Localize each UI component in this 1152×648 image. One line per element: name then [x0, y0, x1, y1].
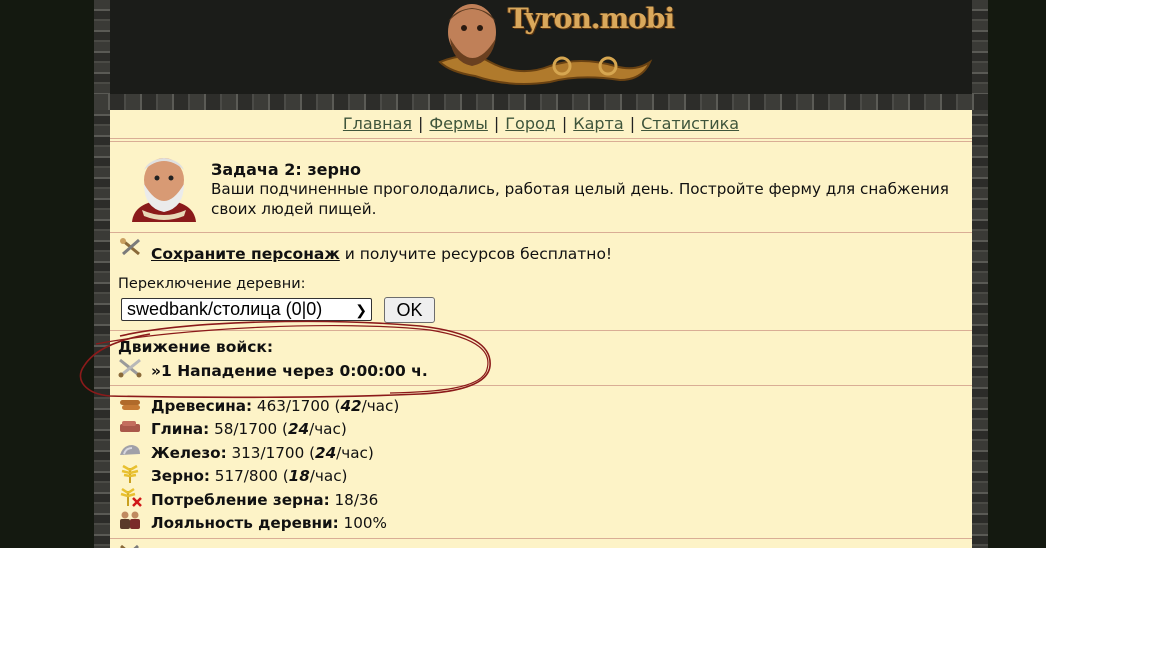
game-page: Tyron.mobi Главная | Фермы | Город | Карта | Ста…: [0, 0, 1046, 548]
annotation-circle: [79, 320, 491, 399]
